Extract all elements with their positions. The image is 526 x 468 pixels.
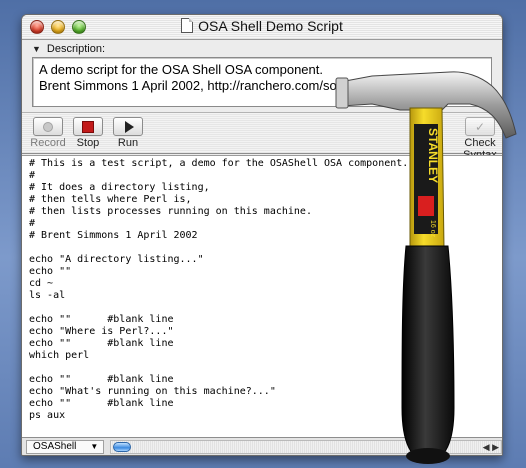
language-popup[interactable]: OSAShell ▼ — [26, 439, 104, 454]
script-line: # — [29, 170, 36, 181]
popup-arrow-icon: ▼ — [90, 442, 99, 451]
checkmark-icon: ✓ — [474, 119, 486, 134]
disclosure-triangle-icon[interactable]: ▼ — [32, 44, 41, 54]
script-line: echo "" #blank line — [29, 398, 174, 409]
stop-label: Stop — [76, 137, 100, 149]
description-header[interactable]: ▼ Description: — [22, 40, 502, 57]
record-button-face[interactable] — [33, 117, 63, 136]
script-line: which perl — [29, 350, 90, 361]
script-line: # It does a directory listing, — [29, 182, 210, 193]
script-window: OSA Shell Demo Script ▼ Description: A d… — [21, 14, 503, 456]
script-line: # Brent Simmons 1 April 2002 — [29, 230, 198, 241]
script-line: # then lists processes running on this m… — [29, 206, 312, 217]
window-title-container: OSA Shell Demo Script — [22, 18, 502, 34]
record-label: Record — [30, 137, 66, 149]
run-icon — [124, 120, 134, 133]
check-syntax-button-face[interactable]: ✓ — [465, 117, 495, 136]
script-line: echo "" #blank line — [29, 314, 174, 325]
stop-button-face[interactable] — [73, 117, 103, 136]
script-line: echo "" — [29, 266, 72, 277]
description-label: Description: — [46, 42, 105, 55]
script-line: ls -al — [29, 290, 66, 301]
run-button[interactable]: Run — [106, 117, 150, 149]
script-line: echo "What's running on this machine?...… — [29, 386, 276, 397]
scroll-thumb[interactable] — [113, 441, 131, 452]
record-button[interactable]: Record — [26, 117, 70, 149]
document-icon — [181, 18, 194, 33]
status-bar: OSAShell ▼ ◀ ▶ — [22, 437, 502, 455]
script-line: # then tells where Perl is, — [29, 194, 192, 205]
script-line — [29, 362, 502, 374]
toolbar: Record Stop Run ✓ Check Syntax — [22, 112, 502, 161]
window-title: OSA Shell Demo Script — [198, 18, 343, 34]
script-line: echo "Where is Perl?..." — [29, 326, 174, 337]
description-field[interactable]: A demo script for the OSA Shell OSA comp… — [32, 57, 492, 107]
script-line: # This is a test script, a demo for the … — [29, 158, 409, 169]
scroll-arrows[interactable]: ◀ ▶ — [483, 441, 499, 453]
script-line — [29, 242, 502, 254]
script-line: # — [29, 218, 36, 229]
script-line: echo "A directory listing..." — [29, 254, 204, 265]
description-line-2: Brent Simmons 1 April 2002, http://ranch… — [39, 78, 428, 93]
stop-icon — [82, 120, 94, 133]
script-line: echo "" #blank line — [29, 338, 174, 349]
language-value: OSAShell — [33, 441, 77, 452]
stop-button[interactable]: Stop — [66, 117, 110, 149]
run-button-face[interactable] — [113, 117, 143, 136]
script-line: echo "" #blank line — [29, 374, 174, 385]
title-bar[interactable]: OSA Shell Demo Script — [22, 15, 502, 40]
script-line: cd ~ — [29, 278, 54, 289]
script-line — [29, 302, 502, 314]
run-label: Run — [117, 137, 139, 149]
script-editor[interactable]: # This is a test script, a demo for the … — [22, 155, 502, 437]
description-line-1: A demo script for the OSA Shell OSA comp… — [39, 62, 323, 77]
script-text[interactable]: # This is a test script, a demo for the … — [22, 156, 502, 422]
horizontal-scrollbar[interactable]: ◀ ▶ — [110, 439, 502, 454]
script-line: ps aux — [29, 410, 66, 421]
record-icon — [43, 121, 53, 132]
